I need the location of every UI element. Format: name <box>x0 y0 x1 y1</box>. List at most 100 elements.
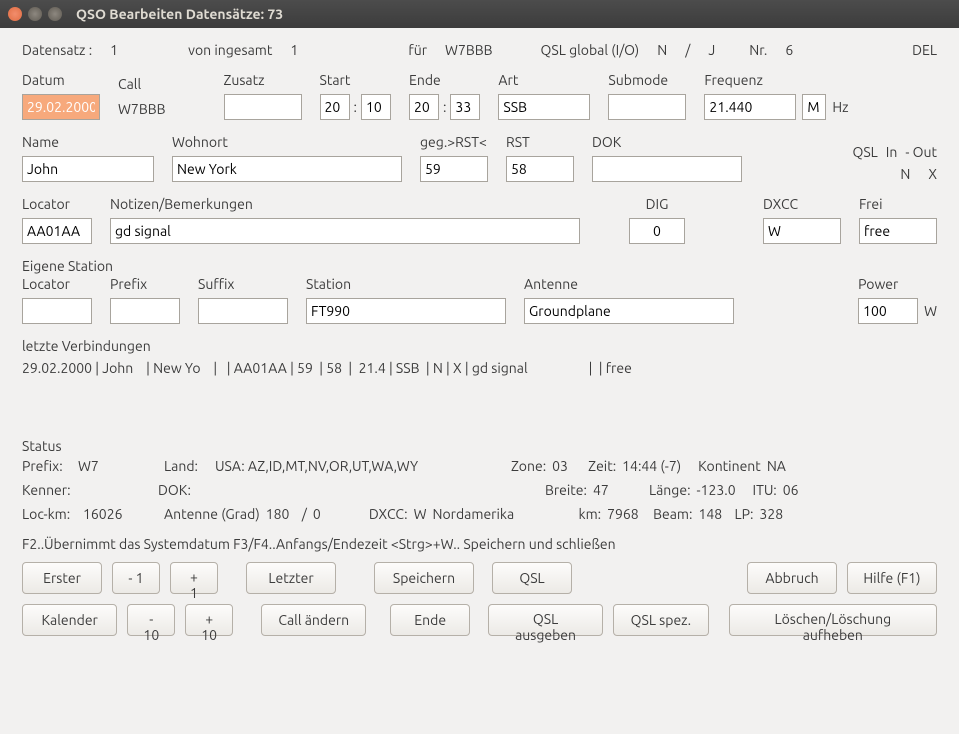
st-lockm: 16026 <box>83 506 158 522</box>
locator-label: Locator <box>22 196 92 212</box>
st-ant-b: 0 <box>313 506 343 522</box>
own-prefix-input[interactable] <box>110 298 180 324</box>
dxcc-label: DXCC <box>763 196 841 212</box>
ende-min-input[interactable] <box>450 94 480 120</box>
nr-value: 6 <box>785 42 793 58</box>
st-lp-lbl: LP: <box>734 506 753 522</box>
rst-input[interactable] <box>506 156 574 182</box>
st-dok-lbl: DOK: <box>158 482 203 498</box>
rst-geg-label: geg.>RST< <box>420 134 488 150</box>
plus10-button[interactable]: + 10 <box>185 604 233 636</box>
own-station-title: Eigene Station <box>22 258 937 274</box>
st-kontinent-lbl: Kontinent <box>698 458 761 474</box>
window-title: QSO Bearbeiten Datensätze: 73 <box>76 6 283 22</box>
submode-label: Submode <box>608 72 686 88</box>
dok-input[interactable] <box>592 156 742 182</box>
hilfe-button[interactable]: Hilfe (F1) <box>847 562 937 594</box>
letzter-button[interactable]: Letzter <box>246 562 336 594</box>
start-hour-input[interactable] <box>320 94 350 120</box>
st-prefix-lbl: Prefix: <box>22 458 72 474</box>
freq-input[interactable] <box>704 94 796 120</box>
own-suffix-label: Suffix <box>198 276 288 292</box>
frei-input[interactable] <box>859 218 937 244</box>
ende-hour-input[interactable] <box>409 94 439 120</box>
dig-input[interactable] <box>629 218 685 244</box>
erster-button[interactable]: Erster <box>22 562 102 594</box>
st-kontinent: NA <box>767 458 786 474</box>
datensatz-value: 1 <box>110 42 170 58</box>
minus10-button[interactable]: - 10 <box>127 604 175 636</box>
fuer-label: für <box>408 42 427 58</box>
plus1-button[interactable]: + 1 <box>170 562 218 594</box>
ende-button[interactable]: Ende <box>390 604 470 636</box>
titlebar: QSO Bearbeiten Datensätze: 73 <box>0 0 959 28</box>
qslg-label: QSL global (I/O) <box>541 42 640 58</box>
notizen-input[interactable] <box>110 218 580 244</box>
own-station-input[interactable] <box>306 298 506 324</box>
locator-input[interactable] <box>22 218 92 244</box>
st-breite-lbl: Breite: <box>545 482 587 498</box>
qsl-out-value: X <box>928 166 937 182</box>
ende-label: Ende <box>409 72 480 88</box>
qsl-ausgeben-button[interactable]: QSL ausgeben <box>488 604 603 636</box>
st-breite: 47 <box>593 482 643 498</box>
qslg-in: N <box>657 42 667 58</box>
datum-input[interactable] <box>22 94 100 120</box>
name-input[interactable] <box>22 156 154 182</box>
fuer-value: W7BBB <box>445 42 493 58</box>
own-power-input[interactable] <box>858 298 918 324</box>
zusatz-label: Zusatz <box>224 72 302 88</box>
notizen-label: Notizen/Bemerkungen <box>110 196 611 212</box>
st-zeit: 14:44 (-7) <box>622 458 692 474</box>
st-ant-lbl: Antenne (Grad) <box>164 506 260 522</box>
st-laenge-lbl: Länge: <box>649 482 691 498</box>
rst-geg-input[interactable] <box>420 156 488 182</box>
minimize-icon[interactable] <box>28 7 42 21</box>
st-lp: 328 <box>759 506 783 522</box>
art-input[interactable] <box>498 94 590 120</box>
call-label: Call <box>118 76 166 92</box>
own-locator-label: Locator <box>22 276 92 292</box>
loeschen-button[interactable]: Löschen/Löschung aufheben <box>729 604 937 636</box>
qsl-button[interactable]: QSL <box>492 562 572 594</box>
zusatz-input[interactable] <box>224 94 302 120</box>
status-title: Status <box>22 438 937 454</box>
st-ant-a: 180 <box>266 506 296 522</box>
maximize-icon[interactable] <box>48 7 62 21</box>
own-suffix-input[interactable] <box>198 298 288 324</box>
close-icon[interactable] <box>8 7 22 21</box>
dxcc-input[interactable] <box>763 218 841 244</box>
call-aendern-button[interactable]: Call ändern <box>261 604 366 636</box>
st-kenner-lbl: Kenner: <box>22 482 152 498</box>
own-antenne-input[interactable] <box>524 298 734 324</box>
st-laenge: -123.0 <box>697 482 747 498</box>
datensatz-label: Datensatz : <box>22 42 92 58</box>
history-title: letzte Verbindungen <box>22 338 937 354</box>
own-locator-input[interactable] <box>22 298 92 324</box>
freq-unit-input[interactable] <box>802 94 826 120</box>
kalender-button[interactable]: Kalender <box>22 604 117 636</box>
von-value: 1 <box>290 42 350 58</box>
start-min-input[interactable] <box>361 94 391 120</box>
qsl-out-label: - Out <box>905 144 937 160</box>
st-land-lbl: Land: <box>164 458 209 474</box>
st-ant-sep: / <box>302 506 307 522</box>
qsl-spez-button[interactable]: QSL spez. <box>613 604 708 636</box>
von-label: von ingesamt <box>188 42 272 58</box>
dig-label: DIG <box>629 196 685 212</box>
wohnort-input[interactable] <box>172 156 402 182</box>
minus1-button[interactable]: - 1 <box>112 562 160 594</box>
abbruch-button[interactable]: Abbruch <box>747 562 837 594</box>
nr-label: Nr. <box>749 42 767 58</box>
st-zone-lbl: Zone: <box>511 458 546 474</box>
st-zone: 03 <box>552 458 582 474</box>
own-power-label: Power <box>858 276 937 292</box>
rst-label: RST <box>506 134 574 150</box>
name-label: Name <box>22 134 154 150</box>
freq-label: Frequenz <box>704 72 848 88</box>
own-station-label: Station <box>306 276 506 292</box>
speichern-button[interactable]: Speichern <box>374 562 474 594</box>
datum-label: Datum <box>22 72 100 88</box>
submode-input[interactable] <box>608 94 686 120</box>
wohnort-label: Wohnort <box>172 134 402 150</box>
